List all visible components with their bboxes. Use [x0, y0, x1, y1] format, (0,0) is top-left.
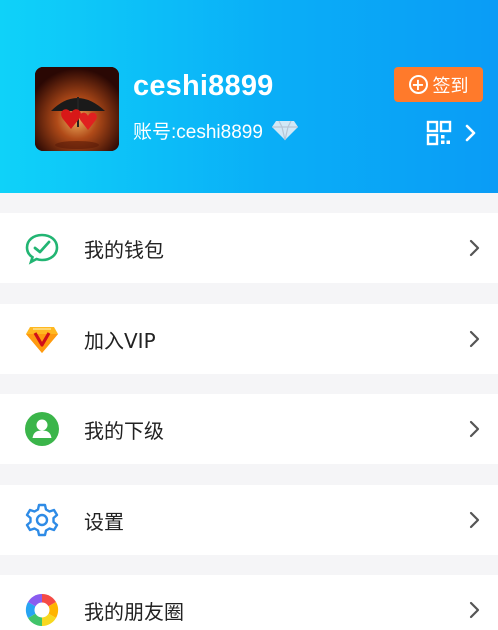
account-id: 账号:ceshi8899 [133, 121, 263, 143]
wallet-icon [24, 230, 60, 266]
username: ceshi8899 [133, 70, 274, 102]
profile-header: ceshi8899 账号:ceshi8899 + 签到 [0, 0, 498, 193]
menu-item-vip[interactable]: 加入VIP [0, 304, 498, 374]
menu-item-subordinates[interactable]: 我的下级 [0, 394, 498, 464]
menu-label-wallet: 我的钱包 [84, 237, 164, 262]
chevron-right-icon [468, 329, 482, 349]
chevron-right-icon [468, 419, 482, 439]
diamond-icon [271, 120, 298, 141]
user-icon [24, 411, 60, 447]
qr-code-button[interactable] [426, 118, 482, 148]
plus-circle-icon: + [408, 75, 428, 94]
checkin-button[interactable]: + 签到 [394, 67, 483, 102]
avatar-image [35, 67, 119, 151]
gear-icon [24, 502, 60, 538]
menu-item-moments[interactable]: 我的朋友圈 [0, 575, 498, 630]
vip-icon [24, 321, 60, 357]
avatar[interactable] [35, 67, 119, 151]
qr-code-icon [426, 120, 452, 146]
menu-label-subordinates: 我的下级 [84, 418, 164, 443]
chevron-right-icon [468, 600, 482, 620]
chevron-right-icon [465, 124, 476, 142]
account-row: 账号:ceshi8899 [133, 117, 299, 143]
checkin-label: 签到 [432, 75, 469, 97]
menu-label-settings: 设置 [84, 509, 124, 534]
menu-item-settings[interactable]: 设置 [0, 485, 498, 555]
chevron-right-icon [468, 238, 482, 258]
menu-item-wallet[interactable]: 我的钱包 [0, 213, 498, 283]
menu-label-moments: 我的朋友圈 [84, 599, 184, 624]
chevron-right-icon [468, 510, 482, 530]
menu-label-vip: 加入VIP [84, 328, 156, 353]
moments-icon [24, 592, 60, 628]
